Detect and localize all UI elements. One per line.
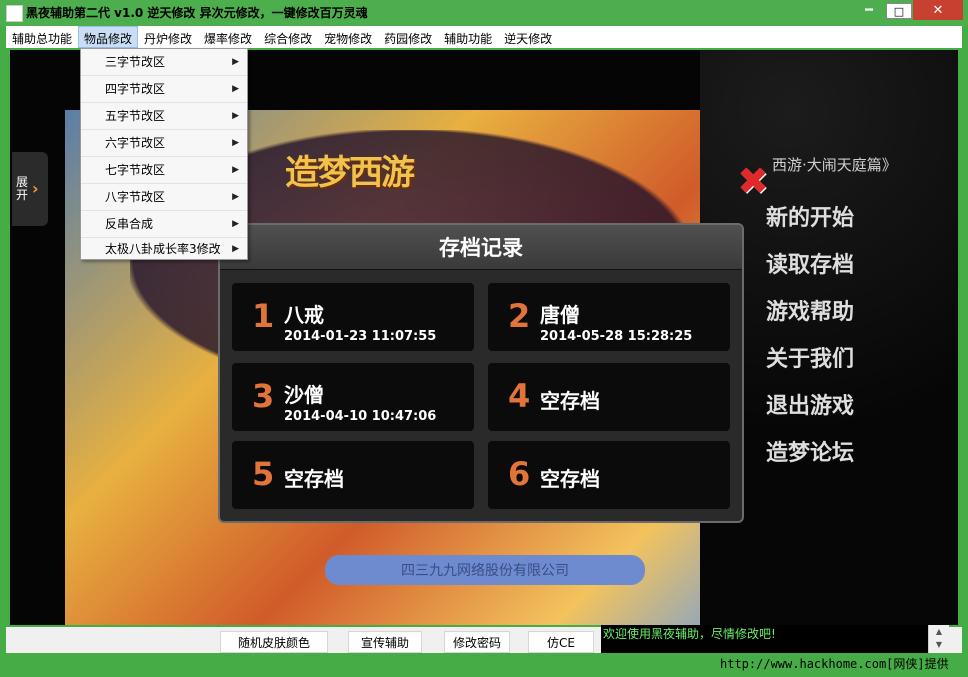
menu-droprate[interactable]: 爆率修改	[198, 26, 258, 48]
dialog-title: 存档记录	[220, 225, 742, 270]
submenu-arrow-icon: ▶	[232, 138, 239, 148]
menu-load-game[interactable]: 读取存档	[766, 239, 926, 286]
menu-herb-garden[interactable]: 药园修改	[378, 26, 438, 48]
slot-number: 3	[252, 377, 275, 415]
save-dialog: 存档记录 1 八戒 2014-01-23 11:07:55 2 唐僧 2014-…	[218, 223, 744, 523]
dropdown-item-8byte[interactable]: 八字节改区 ▶	[81, 184, 247, 211]
close-x-icon[interactable]: ✖	[736, 162, 770, 200]
slot-number: 4	[508, 377, 531, 415]
slot-number: 1	[252, 297, 275, 335]
slot-name: 八戒	[284, 303, 324, 327]
log-output: 欢迎使用黑夜辅助，尽情修改吧!	[601, 625, 949, 653]
items-dropdown-menu: 三字节改区 ▶ 四字节改区 ▶ 五字节改区 ▶ 六字节改区 ▶ 七字节改区 ▶ 八字节改区…	[80, 48, 248, 260]
menu-exit[interactable]: 退出游戏	[766, 380, 926, 427]
submenu-arrow-icon: ▶	[232, 84, 239, 94]
slot-name: 空存档	[540, 389, 600, 413]
submenu-arrow-icon: ▶	[232, 57, 239, 67]
save-slot-3[interactable]: 3 沙僧 2014-04-10 10:47:06	[232, 363, 474, 431]
game-logo: 造梦西游	[285, 153, 415, 193]
slot-name: 空存档	[284, 467, 344, 491]
dropdown-item-label: 反串合成	[105, 217, 154, 231]
menu-forum[interactable]: 造梦论坛	[766, 427, 926, 474]
dropdown-item-6byte[interactable]: 六字节改区 ▶	[81, 130, 247, 157]
menu-advanced[interactable]: 逆天修改	[498, 26, 558, 48]
dropdown-item-5byte[interactable]: 五字节改区 ▶	[81, 103, 247, 130]
menu-new-game[interactable]: 新的开始	[766, 192, 926, 239]
dropdown-item-label: 太极八卦成长率3修改	[105, 242, 221, 256]
title-bar: 黑夜辅助第二代 v1.0 逆天修改 异次元修改，一键修改百万灵魂 ━ □ ✕	[0, 0, 968, 26]
promote-button[interactable]: 宣传辅助	[348, 631, 422, 653]
menu-bar: 辅助总功能 物品修改 丹炉修改 爆率修改 综合修改 宠物修改 药园修改 辅助功能…	[6, 26, 962, 48]
save-slot-6[interactable]: 6 空存档	[488, 441, 730, 509]
submenu-arrow-icon: ▶	[232, 165, 239, 175]
expand-tab[interactable]: 展开 ›	[12, 152, 48, 226]
save-slot-1[interactable]: 1 八戒 2014-01-23 11:07:55	[232, 283, 474, 351]
menu-furnace[interactable]: 丹炉修改	[138, 26, 198, 48]
slot-time: 2014-04-10 10:47:06	[284, 409, 437, 424]
menu-combined[interactable]: 综合修改	[258, 26, 318, 48]
dropdown-item-reverse-synth[interactable]: 反串合成 ▶	[81, 211, 247, 238]
slot-time: 2014-01-23 11:07:55	[284, 329, 437, 344]
imitate-ce-button[interactable]: 仿CE	[528, 631, 594, 653]
submenu-arrow-icon: ▶	[232, 219, 239, 229]
slot-name: 空存档	[540, 467, 600, 491]
dropdown-item-label: 六字节改区	[105, 136, 166, 150]
dropdown-item-4byte[interactable]: 四字节改区 ▶	[81, 76, 247, 103]
expand-label: 展开	[16, 175, 29, 202]
maximize-button[interactable]: □	[886, 3, 912, 19]
menu-assist[interactable]: 辅助功能	[438, 26, 498, 48]
watermark-text: http://www.hackhome.com[网侠]提供	[720, 657, 949, 671]
dropdown-item-label: 三字节改区	[105, 55, 166, 69]
submenu-arrow-icon: ▶	[232, 111, 239, 121]
random-skin-color-button[interactable]: 随机皮肤颜色	[220, 631, 328, 653]
submenu-arrow-icon: ▶	[232, 244, 239, 254]
dropdown-item-3byte[interactable]: 三字节改区 ▶	[81, 49, 247, 76]
dropdown-item-7byte[interactable]: 七字节改区 ▶	[81, 157, 247, 184]
menu-pet[interactable]: 宠物修改	[318, 26, 378, 48]
menu-help[interactable]: 游戏帮助	[766, 286, 926, 333]
slot-time: 2014-05-28 15:28:25	[540, 329, 693, 344]
menu-general[interactable]: 辅助总功能	[6, 26, 78, 48]
slot-name: 唐僧	[540, 303, 580, 327]
save-slot-2[interactable]: 2 唐僧 2014-05-28 15:28:25	[488, 283, 730, 351]
game-subtitle: 西游·大闹天庭篇》	[772, 156, 897, 174]
slot-number: 5	[252, 455, 275, 493]
dropdown-item-label: 五字节改区	[105, 109, 166, 123]
slot-name: 沙僧	[284, 383, 324, 407]
menu-items[interactable]: 物品修改	[78, 26, 139, 48]
log-scrollbar[interactable]: ▲ ▼	[928, 625, 949, 653]
chevron-right-icon: ›	[32, 179, 39, 198]
save-slot-4[interactable]: 4 空存档	[488, 363, 730, 431]
dropdown-item-label: 七字节改区	[105, 163, 166, 177]
dropdown-item-label: 四字节改区	[105, 82, 166, 96]
change-password-button[interactable]: 修改密码	[444, 631, 510, 653]
dropdown-item-taiji-growth[interactable]: 太极八卦成长率3修改 ▶	[81, 238, 247, 260]
minimize-button[interactable]: ━	[855, 0, 883, 20]
slot-number: 6	[508, 455, 531, 493]
menu-about[interactable]: 关于我们	[766, 333, 926, 380]
submenu-arrow-icon: ▶	[232, 192, 239, 202]
company-banner: 四三九九网络股份有限公司	[325, 555, 645, 585]
close-button[interactable]: ✕	[913, 0, 963, 20]
slot-number: 2	[508, 297, 531, 335]
game-main-menu: 新的开始 读取存档 游戏帮助 关于我们 退出游戏 造梦论坛	[766, 192, 926, 474]
dropdown-item-label: 八字节改区	[105, 190, 166, 204]
save-slot-5[interactable]: 5 空存档	[232, 441, 474, 509]
app-icon	[6, 5, 23, 22]
window-title: 黑夜辅助第二代 v1.0 逆天修改 异次元修改，一键修改百万灵魂	[26, 6, 368, 20]
